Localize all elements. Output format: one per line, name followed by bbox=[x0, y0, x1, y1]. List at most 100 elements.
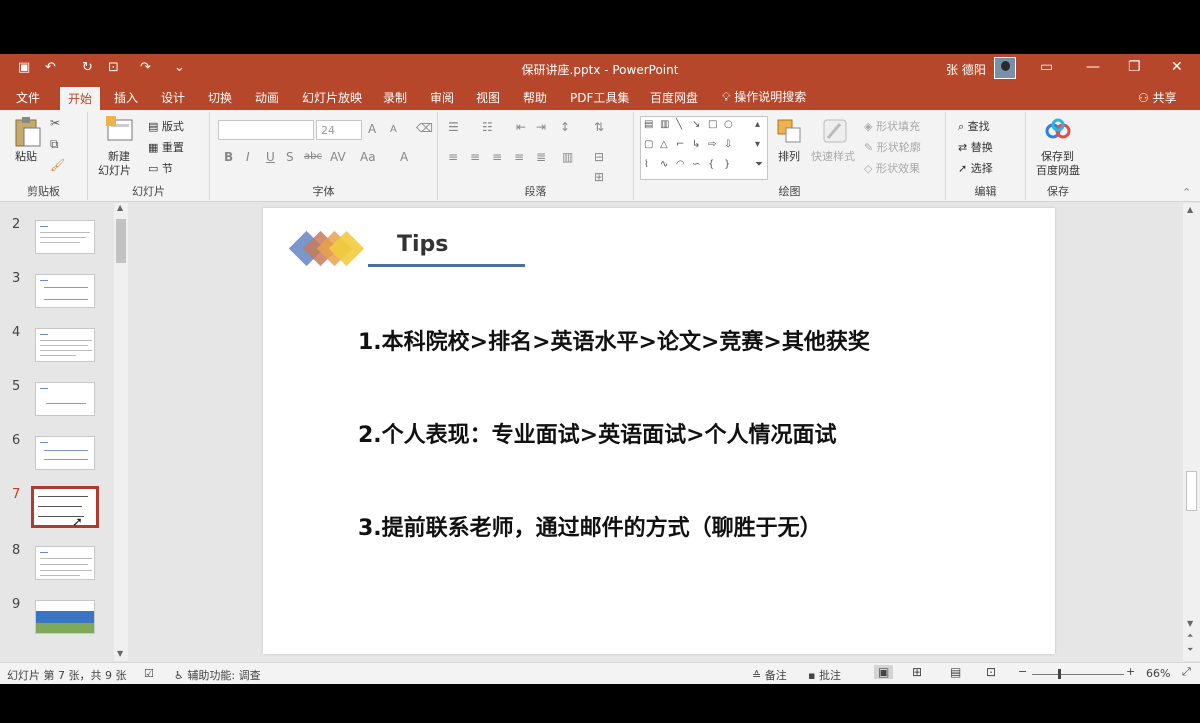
tab-pdf-tools[interactable]: PDF工具集 bbox=[570, 89, 629, 106]
textbox-shape-icon[interactable]: ▤ bbox=[644, 119, 653, 130]
scroll-up-icon[interactable]: ▲ bbox=[117, 203, 123, 212]
zoom-level[interactable]: 66% bbox=[1146, 667, 1170, 680]
distributed-icon[interactable]: ≣ bbox=[536, 150, 546, 164]
font-color-icon[interactable]: A bbox=[400, 150, 408, 164]
slide-scrollbar[interactable]: ▲ ▼ ⏶ ⏷ bbox=[1183, 203, 1200, 661]
clear-format-icon[interactable]: ⌫ bbox=[416, 121, 433, 135]
char-spacing-icon[interactable]: AV bbox=[330, 150, 346, 164]
zoom-slider-thumb[interactable] bbox=[1058, 669, 1061, 679]
tab-view[interactable]: 视图 bbox=[476, 89, 500, 106]
gallery-down-icon[interactable]: ▾ bbox=[755, 139, 760, 150]
justify-icon[interactable]: ≡ bbox=[514, 150, 524, 164]
slide-thumbnail-4[interactable] bbox=[35, 328, 95, 362]
notes-button[interactable]: ≙ 备注 bbox=[752, 667, 787, 683]
tab-review[interactable]: 审阅 bbox=[430, 89, 454, 106]
zoom-out-icon[interactable]: − bbox=[1018, 665, 1027, 678]
slide-title[interactable]: Tips bbox=[397, 232, 448, 257]
slide-scroll-thumb[interactable] bbox=[1186, 471, 1197, 511]
fit-slide-icon[interactable]: ⤢ bbox=[1182, 665, 1191, 679]
zoom-in-icon[interactable]: + bbox=[1126, 665, 1135, 678]
new-slide-icon[interactable] bbox=[106, 116, 134, 144]
underline-icon[interactable]: U bbox=[266, 150, 275, 164]
change-case-icon[interactable]: Aa bbox=[360, 150, 376, 164]
slide-thumbnail-7[interactable] bbox=[31, 486, 99, 528]
tab-record[interactable]: 录制 bbox=[383, 89, 407, 106]
copy-icon[interactable]: ⧉ bbox=[50, 137, 59, 152]
slide-point-1[interactable]: 1.本科院校>排名>英语水平>论文>竞赛>其他获奖 bbox=[358, 324, 870, 356]
select-button[interactable]: ➚ 选择 bbox=[958, 160, 993, 176]
paste-icon[interactable] bbox=[14, 116, 42, 148]
curve-shape-icon[interactable]: ∿ bbox=[660, 159, 668, 170]
next-slide-icon[interactable]: ⏷ bbox=[1187, 645, 1193, 655]
new-slide-label-2[interactable]: 幻灯片 bbox=[98, 162, 131, 178]
line-spacing-icon[interactable]: ↕ bbox=[560, 120, 570, 134]
arrange-icon[interactable] bbox=[776, 118, 802, 144]
arrange-label[interactable]: 排列 bbox=[778, 148, 800, 164]
baidu-cloud-icon[interactable] bbox=[1044, 118, 1072, 140]
slide-thumbnail-6[interactable] bbox=[35, 436, 95, 470]
rounded-rect-shape-icon[interactable]: ▢ bbox=[644, 139, 653, 150]
close-icon[interactable]: ✕ bbox=[1171, 59, 1183, 75]
restore-icon[interactable]: ❐ bbox=[1128, 59, 1141, 75]
zoom-slider[interactable] bbox=[1032, 674, 1124, 675]
triangle-shape-icon[interactable]: △ bbox=[660, 139, 668, 150]
shape-fill-button[interactable]: ◈ 形状填充 bbox=[864, 118, 920, 134]
down-arrow-shape-icon[interactable]: ⇩ bbox=[724, 139, 732, 150]
align-center-icon[interactable]: ≡ bbox=[470, 150, 480, 164]
tab-insert[interactable]: 插入 bbox=[114, 89, 138, 106]
tab-design[interactable]: 设计 bbox=[161, 89, 185, 106]
gallery-more-icon[interactable]: ⏷ bbox=[755, 159, 763, 170]
line-shape-icon[interactable]: ╲ bbox=[676, 119, 682, 130]
grow-font-icon[interactable]: A bbox=[368, 122, 376, 136]
shadow-icon[interactable]: S bbox=[286, 150, 294, 164]
scroll-up-icon[interactable]: ▲ bbox=[1187, 205, 1193, 214]
tab-baidu-netdisk[interactable]: 百度网盘 bbox=[650, 89, 698, 106]
arrow-line-shape-icon[interactable]: ↘ bbox=[692, 119, 700, 130]
vertical-textbox-shape-icon[interactable]: ▥ bbox=[660, 119, 669, 130]
elbow-connector-shape-icon[interactable]: ⌐ bbox=[676, 139, 684, 150]
tell-me-search[interactable]: 💡︎ 操作说明搜索 bbox=[722, 88, 806, 105]
share-button[interactable]: ⚇ 共享 bbox=[1138, 89, 1177, 106]
paste-label[interactable]: 粘贴 bbox=[15, 148, 37, 164]
tab-home[interactable]: 开始 bbox=[60, 87, 101, 110]
align-left-icon[interactable]: ≡ bbox=[448, 150, 458, 164]
quick-styles-label[interactable]: 快速样式 bbox=[811, 148, 855, 164]
left-brace-shape-icon[interactable]: { bbox=[708, 159, 714, 170]
tab-help[interactable]: 帮助 bbox=[523, 89, 547, 106]
shapes-gallery[interactable]: ▤ ▥ ╲ ↘ □ ○ ▢ △ ⌐ ↳ ⇨ ⇩ ⌇ ∿ ◠ ∽ { } ▴ ▾ bbox=[640, 116, 768, 180]
rectangle-shape-icon[interactable]: □ bbox=[708, 119, 717, 130]
accessibility-button[interactable]: ♿︎ 辅助功能: 调查 bbox=[174, 667, 261, 683]
thumbnails-scrollbar[interactable]: ▲ ▼ bbox=[114, 203, 128, 661]
format-painter-icon[interactable]: 🖌︎ bbox=[50, 158, 65, 172]
slide-thumbnail-8[interactable] bbox=[35, 546, 95, 580]
normal-view-icon[interactable]: ▣ bbox=[874, 665, 894, 679]
layout-button[interactable]: ▤ 版式 bbox=[148, 118, 184, 134]
numbering-icon[interactable]: ☷ bbox=[482, 120, 493, 134]
arc-shape-icon[interactable]: ◠ bbox=[676, 159, 685, 170]
slide-sorter-icon[interactable]: ⊞ bbox=[912, 665, 922, 679]
elbow-arrow-shape-icon[interactable]: ↳ bbox=[692, 139, 700, 150]
increase-indent-icon[interactable]: ⇥ bbox=[536, 120, 546, 134]
freeform-shape-icon[interactable]: ⌇ bbox=[644, 159, 649, 170]
shape-outline-button[interactable]: ✎ 形状轮廓 bbox=[864, 139, 921, 155]
user-name[interactable]: 张 德阳 bbox=[946, 61, 986, 78]
font-name-field[interactable] bbox=[218, 120, 314, 140]
spellcheck-icon[interactable]: ☑ bbox=[144, 667, 154, 680]
tab-file[interactable]: 文件 bbox=[16, 89, 40, 106]
smartart-icon[interactable]: ⊞ bbox=[594, 170, 604, 184]
ribbon-display-icon[interactable]: ▭ bbox=[1040, 59, 1053, 75]
wave-shape-icon[interactable]: ∽ bbox=[692, 159, 700, 170]
italic-icon[interactable]: I bbox=[246, 150, 250, 164]
scroll-down-icon[interactable]: ▼ bbox=[117, 649, 123, 658]
right-brace-shape-icon[interactable]: } bbox=[724, 159, 730, 170]
avatar[interactable] bbox=[994, 57, 1016, 79]
shape-effects-button[interactable]: ◇ 形状效果 bbox=[864, 160, 920, 176]
slide-point-3[interactable]: 3.提前联系老师，通过邮件的方式（聊胜于无） bbox=[358, 510, 822, 542]
decrease-indent-icon[interactable]: ⇤ bbox=[516, 120, 526, 134]
replace-button[interactable]: ⇄ 替换 bbox=[958, 139, 993, 155]
collapse-ribbon-icon[interactable]: ⌃ bbox=[1182, 186, 1191, 199]
bullets-icon[interactable]: ☰ bbox=[448, 120, 459, 134]
text-direction-icon[interactable]: ⇅ bbox=[594, 120, 604, 134]
slideshow-icon[interactable]: ⊡ bbox=[986, 665, 996, 679]
oval-shape-icon[interactable]: ○ bbox=[724, 119, 733, 130]
